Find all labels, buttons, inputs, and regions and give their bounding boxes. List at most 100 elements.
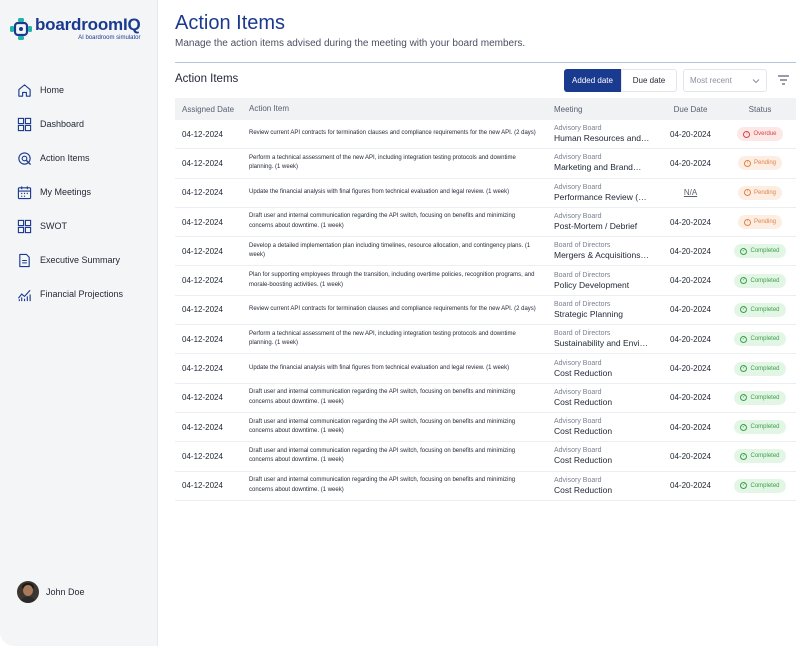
sidebar-item-home[interactable]: Home [17, 73, 152, 107]
sidebar-item-swot[interactable]: SWOT [17, 209, 152, 243]
status-label: Completed [750, 248, 780, 255]
meeting-cell: Advisory Board Cost Reduction [542, 388, 657, 408]
assigned-date: 04-12-2024 [182, 246, 223, 256]
alert-circle-icon: ! [743, 130, 751, 138]
status-badge[interactable]: ✓ Completed [734, 244, 786, 259]
check-circle-icon: ✓ [740, 482, 748, 490]
sidebar-item-dashboard[interactable]: Dashboard [17, 107, 152, 141]
header-divider [175, 62, 796, 63]
meeting-name[interactable]: Marketing and Brand… [554, 162, 657, 173]
status-cell: ✓ Completed [724, 449, 796, 464]
assigned-date: 04-12-2024 [182, 129, 223, 139]
sidebar-item-my-meetings[interactable]: My Meetings [17, 175, 152, 209]
meeting-cell: Advisory Board Performance Review (… [542, 183, 657, 203]
meeting-name[interactable]: Policy Development [554, 280, 657, 291]
column-header-status[interactable]: Status [724, 105, 796, 114]
status-badge[interactable]: ! Pending [737, 156, 783, 171]
meeting-type: Advisory Board [554, 213, 602, 221]
status-cell: ✓ Completed [724, 244, 796, 259]
alert-circle-icon: ! [743, 189, 751, 197]
page-title: Action Items [175, 12, 286, 34]
table-row[interactable]: 04-12-2024 Draft user and internal commun… [175, 413, 796, 443]
meeting-name[interactable]: Performance Review (… [554, 192, 657, 203]
status-badge[interactable]: ✓ Completed [734, 449, 786, 464]
action-item-text: Draft user and internal communication re… [249, 418, 516, 435]
meeting-name[interactable]: Cost Reduction [554, 368, 657, 379]
meeting-name[interactable]: Cost Reduction [554, 485, 657, 496]
action-item-text: Update the financial analysis with final… [249, 364, 510, 371]
table-row[interactable]: 04-12-2024 Plan for supporting employees … [175, 266, 796, 296]
chart-icon [17, 289, 31, 301]
status-cell: ✓ Completed [724, 420, 796, 435]
table-row[interactable]: 04-12-2024 Perform a technical assessment… [175, 325, 796, 355]
status-badge[interactable]: ! Overdue [737, 127, 783, 142]
user-profile[interactable]: John Doe [17, 581, 85, 603]
action-item-text: Perform a technical assessment of the ne… [249, 330, 516, 347]
meeting-type: Advisory Board [554, 388, 602, 396]
sort-select[interactable]: Most recent [683, 69, 767, 92]
action-item-text: Develop a detailed implementation plan i… [249, 242, 531, 259]
check-circle-icon: ✓ [740, 335, 748, 343]
sort-added-date-button[interactable]: Added date [564, 69, 621, 92]
meeting-name[interactable]: Mergers & Acquisitions… [554, 250, 657, 261]
sidebar-item-financial-projections[interactable]: Financial Projections [17, 277, 152, 311]
sidebar-item-action-items[interactable]: Action Items [17, 141, 152, 175]
action-item-text: Draft user and internal communication re… [249, 213, 516, 230]
status-cell: ✓ Completed [724, 332, 796, 347]
action-item-text: Plan for supporting employees through th… [249, 272, 535, 288]
status-cell: ✓ Completed [724, 361, 796, 376]
table-row[interactable]: 04-12-2024 Update the financial analysis … [175, 354, 796, 384]
table-row[interactable]: 04-12-2024 Draft user and internal commun… [175, 472, 796, 501]
status-badge[interactable]: ! Pending [737, 215, 783, 230]
meeting-name[interactable]: Sustainability and Envi… [554, 338, 657, 349]
status-badge[interactable]: ✓ Completed [734, 302, 786, 317]
table-row[interactable]: 04-12-2024 Update the financial analysis … [175, 179, 796, 208]
meeting-name[interactable]: Strategic Planning [554, 309, 657, 320]
meeting-name[interactable]: Cost Reduction [554, 397, 657, 408]
user-name: John Doe [46, 587, 85, 597]
sidebar-item-label: Dashboard [40, 119, 85, 129]
filter-icon[interactable] [777, 74, 790, 86]
status-badge[interactable]: ✓ Completed [734, 332, 786, 347]
chevron-down-icon [752, 78, 760, 83]
table-row[interactable]: 04-12-2024 Review current API contracts f… [175, 120, 796, 150]
sidebar-item-executive-summary[interactable]: Executive Summary [17, 243, 152, 277]
column-header-due-date[interactable]: Due Date [657, 105, 724, 114]
sidebar: boardroomIQ AI boardroom simulator Home … [0, 0, 158, 646]
sort-due-date-button[interactable]: Due date [621, 69, 677, 92]
status-label: Completed [750, 306, 780, 313]
table-row[interactable]: 04-12-2024 Draft user and internal commun… [175, 442, 796, 472]
table-row[interactable]: 04-12-2024 Review current API contracts f… [175, 296, 796, 326]
table-row[interactable]: 04-12-2024 Draft user and internal commun… [175, 208, 796, 238]
meeting-name[interactable]: Human Resources and… [554, 133, 657, 144]
due-date: 04-20-2024 [670, 393, 711, 403]
due-date: 04-20-2024 [670, 451, 711, 461]
meeting-name[interactable]: Cost Reduction [554, 455, 657, 466]
table-row[interactable]: 04-12-2024 Develop a detailed implementat… [175, 237, 796, 267]
meeting-name[interactable]: Cost Reduction [554, 426, 657, 437]
status-label: Completed [750, 482, 780, 489]
status-badge[interactable]: ✓ Completed [734, 361, 786, 376]
status-badge[interactable]: ✓ Completed [734, 273, 786, 288]
status-badge[interactable]: ! Pending [737, 185, 783, 200]
sort-select-value: Most recent [690, 76, 732, 85]
status-cell: ✓ Completed [724, 302, 796, 317]
status-badge[interactable]: ✓ Completed [734, 420, 786, 435]
column-header-meeting[interactable]: Meeting [542, 105, 657, 114]
due-date: 04-20-2024 [670, 481, 711, 491]
column-header-action-item[interactable]: Action Item [237, 104, 542, 114]
due-date: 04-20-2024 [670, 305, 711, 315]
table-row[interactable]: 04-12-2024 Perform a technical assessment… [175, 149, 796, 179]
action-items-table: Assigned Date Action Item Meeting Due Da… [175, 98, 796, 501]
brand-logo[interactable]: boardroomIQ AI boardroom simulator [10, 16, 141, 42]
status-label: Completed [750, 453, 780, 460]
status-badge[interactable]: ✓ Completed [734, 478, 786, 493]
table-row[interactable]: 04-12-2024 Draft user and internal commun… [175, 384, 796, 413]
meeting-name[interactable]: Post-Mortem / Debrief [554, 221, 657, 232]
column-header-assigned-date[interactable]: Assigned Date [175, 105, 237, 114]
assigned-date: 04-12-2024 [182, 188, 223, 198]
status-badge[interactable]: ✓ Completed [734, 390, 786, 405]
due-date: N/A [683, 188, 698, 198]
action-item-text: Review current API contracts for termina… [249, 130, 536, 137]
assigned-date: 04-12-2024 [182, 422, 223, 432]
